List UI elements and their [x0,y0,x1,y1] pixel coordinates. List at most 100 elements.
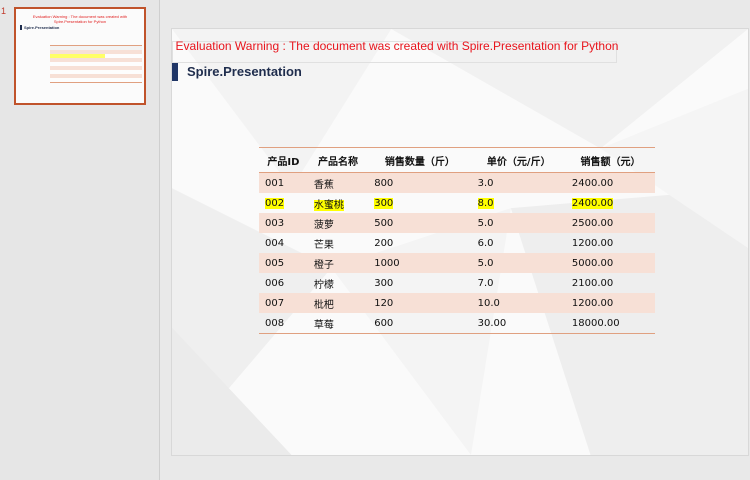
table-header-cell: 产品ID [259,147,308,173]
table-cell[interactable]: 008 [259,313,308,334]
table-cell-text: 柠檬 [313,279,334,291]
table-cell-text: 2500.00 [571,217,614,229]
table-cell[interactable]: 1000 [368,253,472,273]
table-cell-text: 006 [265,277,285,289]
table-cell[interactable]: 橙子 [307,253,369,273]
table-cell[interactable]: 2100.00 [566,273,655,293]
table-cell-text: 1200.00 [571,297,614,309]
table-cell-text: 005 [265,257,285,269]
table-cell[interactable]: 200 [368,233,471,253]
table-header-cell: 销售数量（斤） [368,147,472,173]
table-row[interactable]: 007 枇杷 120 10.0 1200.00 [259,293,655,313]
table-header-row: 产品ID 产品名称 销售数量（斤） 单价（元/斤） 销售额（元） [259,147,655,173]
table-cell[interactable]: 800 [368,172,472,193]
table-body: 001 香蕉 800 3.0 2400.00 002 水蜜桃 300 8.0 2400.00 003… [259,172,655,334]
table-cell-text: 10.0 [477,297,500,309]
thumbnail-warning-text: Evaluation Warning : The document was cr… [32,14,128,24]
table-header-cell: 销售额（元） [565,147,655,173]
product-sales-table[interactable]: 产品ID 产品名称 销售数量（斤） 单价（元/斤） 销售额（元） 001 香蕉 800 3.0… [259,147,655,334]
table-cell[interactable]: 枇杷 [307,293,369,313]
table-cell[interactable]: 柠檬 [308,273,368,293]
slide-title[interactable]: Spire.Presentation [187,64,302,79]
table-cell[interactable]: 500 [368,213,472,233]
table-cell-text: 1200.00 [571,237,614,249]
table-cell[interactable]: 1200.00 [566,233,655,253]
table-row[interactable]: 002 水蜜桃 300 8.0 2400.00 [259,193,655,213]
table-cell-text: 香蕉 [313,179,334,191]
table-cell-text: 橙子 [313,259,334,271]
table-cell[interactable]: 004 [259,233,308,253]
table-cell[interactable]: 600 [368,313,472,334]
table-cell-text: 2400.00 [571,177,614,189]
table-cell-text: 008 [265,317,285,329]
thumbnail-table [50,45,142,83]
table-cell[interactable]: 2500.00 [565,213,655,233]
table-cell-text: 200 [374,237,394,249]
table-cell[interactable]: 120 [368,293,472,313]
table-cell-text: 2100.00 [571,277,614,289]
table-cell-text: 500 [374,217,394,229]
table-cell-text: 30.00 [477,317,507,329]
table-cell[interactable]: 003 [259,213,308,233]
table-cell-text: 枇杷 [313,299,334,311]
table-cell[interactable]: 007 [259,293,308,313]
table-cell-text: 8.0 [477,197,494,209]
table-cell[interactable]: 10.0 [471,293,566,313]
table-cell-text: 草莓 [313,319,334,331]
slide-number: 1 [1,6,7,16]
table-cell[interactable]: 水蜜桃 [308,193,368,213]
table-cell[interactable]: 2400.00 [566,193,655,213]
table-cell-text: 002 [265,197,285,209]
table-cell[interactable]: 5.0 [471,213,566,233]
slide-editor: Evaluation Warning : The document was cr… [160,0,750,480]
table-cell[interactable]: 002 [259,193,308,213]
table-cell-text: 600 [374,317,394,329]
table-cell[interactable]: 香蕉 [307,172,369,193]
table-cell[interactable]: 300 [368,193,471,213]
table-cell-text: 300 [374,277,394,289]
table-row[interactable]: 006 柠檬 300 7.0 2100.00 [259,273,655,293]
table-cell-text: 001 [265,177,285,189]
table-cell[interactable]: 8.0 [472,193,566,213]
table-cell-text: 5.0 [477,217,494,229]
table-cell-text: 003 [265,217,285,229]
table-cell[interactable]: 005 [259,253,308,273]
table-cell[interactable]: 2400.00 [565,172,655,193]
table-cell-text: 800 [374,177,394,189]
table-cell-text: 菠萝 [313,219,334,231]
table-cell[interactable]: 7.0 [472,273,566,293]
table-row[interactable]: 008 草莓 600 30.00 18000.00 [259,313,655,334]
table-cell-text: 6.0 [477,237,494,249]
table-cell[interactable]: 1200.00 [565,293,655,313]
table-cell-text: 004 [265,237,285,249]
evaluation-warning: Evaluation Warning : The document was cr… [175,39,619,53]
table-cell[interactable]: 001 [259,172,308,193]
table-cell-text: 7.0 [477,277,494,289]
table-cell[interactable]: 6.0 [472,233,566,253]
slide-thumbnail[interactable]: Evaluation Warning : The document was cr… [14,7,146,105]
table-cell[interactable]: 5.0 [471,253,566,273]
table-cell[interactable]: 3.0 [471,172,566,193]
table-row[interactable]: 004 芒果 200 6.0 1200.00 [259,233,655,253]
slide-canvas[interactable]: Evaluation Warning : The document was cr… [171,28,749,456]
table-row[interactable]: 001 香蕉 800 3.0 2400.00 [259,172,655,193]
table-header-cell: 产品名称 [307,147,369,173]
table-cell[interactable]: 30.00 [471,313,566,334]
table-cell-text: 007 [265,297,285,309]
table-row[interactable]: 005 橙子 1000 5.0 5000.00 [259,253,655,273]
thumbnail-title: Spire.Presentation [20,25,59,30]
title-accent-bar [172,63,178,81]
table-cell[interactable]: 菠萝 [307,213,369,233]
table-cell[interactable]: 草莓 [307,313,369,334]
table-cell[interactable]: 芒果 [308,233,368,253]
table-header-cell: 单价（元/斤） [471,147,566,173]
table-cell-text: 1000 [374,257,400,269]
table-cell[interactable]: 006 [259,273,308,293]
table-cell[interactable]: 300 [368,273,471,293]
table-cell[interactable]: 5000.00 [565,253,655,273]
table-cell-text: 5.0 [477,257,494,269]
table-row[interactable]: 003 菠萝 500 5.0 2500.00 [259,213,655,233]
table-cell-text: 3.0 [477,177,494,189]
table-cell[interactable]: 18000.00 [565,313,655,334]
table-cell-text: 水蜜桃 [313,199,344,211]
